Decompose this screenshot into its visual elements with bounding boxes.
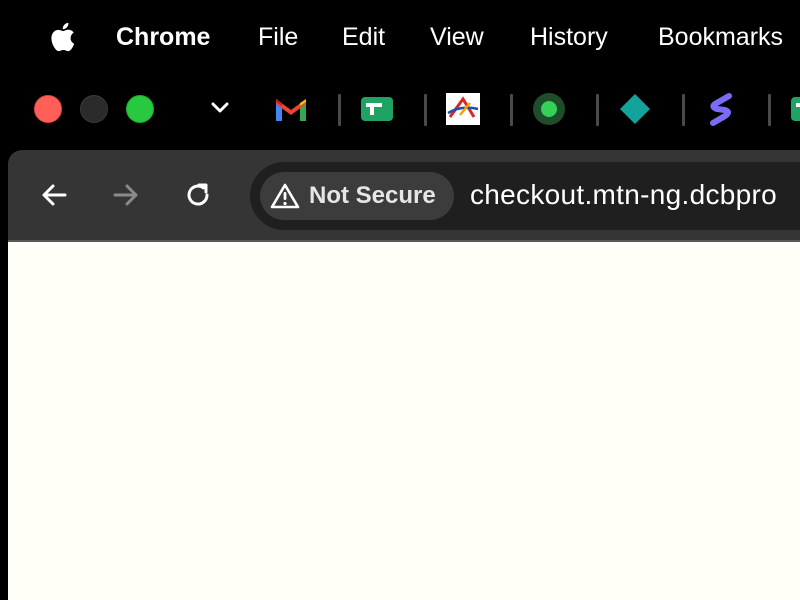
forward-button[interactable]	[110, 179, 142, 211]
menu-history[interactable]: History	[530, 22, 608, 52]
green-dot-icon	[533, 93, 565, 125]
green-tab-icon	[791, 97, 800, 121]
reload-button[interactable]	[182, 179, 214, 211]
tab-separator	[682, 94, 685, 126]
green-tab-icon	[361, 97, 393, 121]
window-minimize-button[interactable]	[80, 95, 108, 123]
gmail-icon	[276, 99, 306, 121]
tab-separator	[596, 94, 599, 126]
arrow-left-icon	[42, 184, 67, 206]
tab-separator	[424, 94, 427, 126]
chevron-down-icon[interactable]	[208, 96, 232, 120]
red-logo-icon	[446, 93, 480, 125]
pinned-tab-purple-s[interactable]	[704, 92, 738, 126]
menu-bookmarks[interactable]: Bookmarks	[658, 22, 783, 52]
tab-separator	[768, 94, 771, 126]
pinned-tab-green-dot[interactable]	[532, 92, 566, 126]
security-indicator-button[interactable]: Not Secure	[260, 172, 454, 220]
menu-bar: Chrome File Edit View History Bookmarks	[8, 8, 800, 66]
warning-triangle-icon	[270, 183, 300, 209]
window-close-button[interactable]	[34, 95, 62, 123]
menu-file[interactable]: File	[258, 22, 298, 52]
pinned-tab-green[interactable]	[360, 92, 394, 126]
teal-diamond-icon	[620, 94, 650, 124]
reload-icon	[187, 183, 209, 206]
arrow-right-icon	[113, 184, 138, 206]
tab-separator	[510, 94, 513, 126]
tab-strip	[8, 66, 800, 150]
back-button[interactable]	[38, 179, 70, 211]
pinned-tab-logo[interactable]	[446, 92, 480, 126]
url-text[interactable]: checkout.mtn-ng.dcbpro	[470, 178, 777, 212]
menu-chrome[interactable]: Chrome	[116, 22, 210, 52]
menu-edit[interactable]: Edit	[342, 22, 385, 52]
address-bar[interactable]: Not Secure checkout.mtn-ng.dcbpro	[250, 162, 800, 230]
window-maximize-button[interactable]	[126, 95, 154, 123]
tab-separator	[338, 94, 341, 126]
page-viewport	[8, 242, 800, 600]
purple-s-icon	[710, 93, 732, 126]
pinned-tab-diamond[interactable]	[618, 92, 652, 126]
menu-view[interactable]: View	[430, 22, 484, 52]
browser-toolbar: Not Secure checkout.mtn-ng.dcbpro	[8, 150, 800, 242]
pinned-tab-gmail[interactable]	[274, 92, 308, 126]
screen: Chrome File Edit View History Bookmarks	[0, 0, 800, 600]
apple-logo-icon[interactable]	[48, 22, 76, 52]
security-label: Not Secure	[309, 182, 436, 209]
pinned-tab-green-2[interactable]	[790, 92, 800, 126]
